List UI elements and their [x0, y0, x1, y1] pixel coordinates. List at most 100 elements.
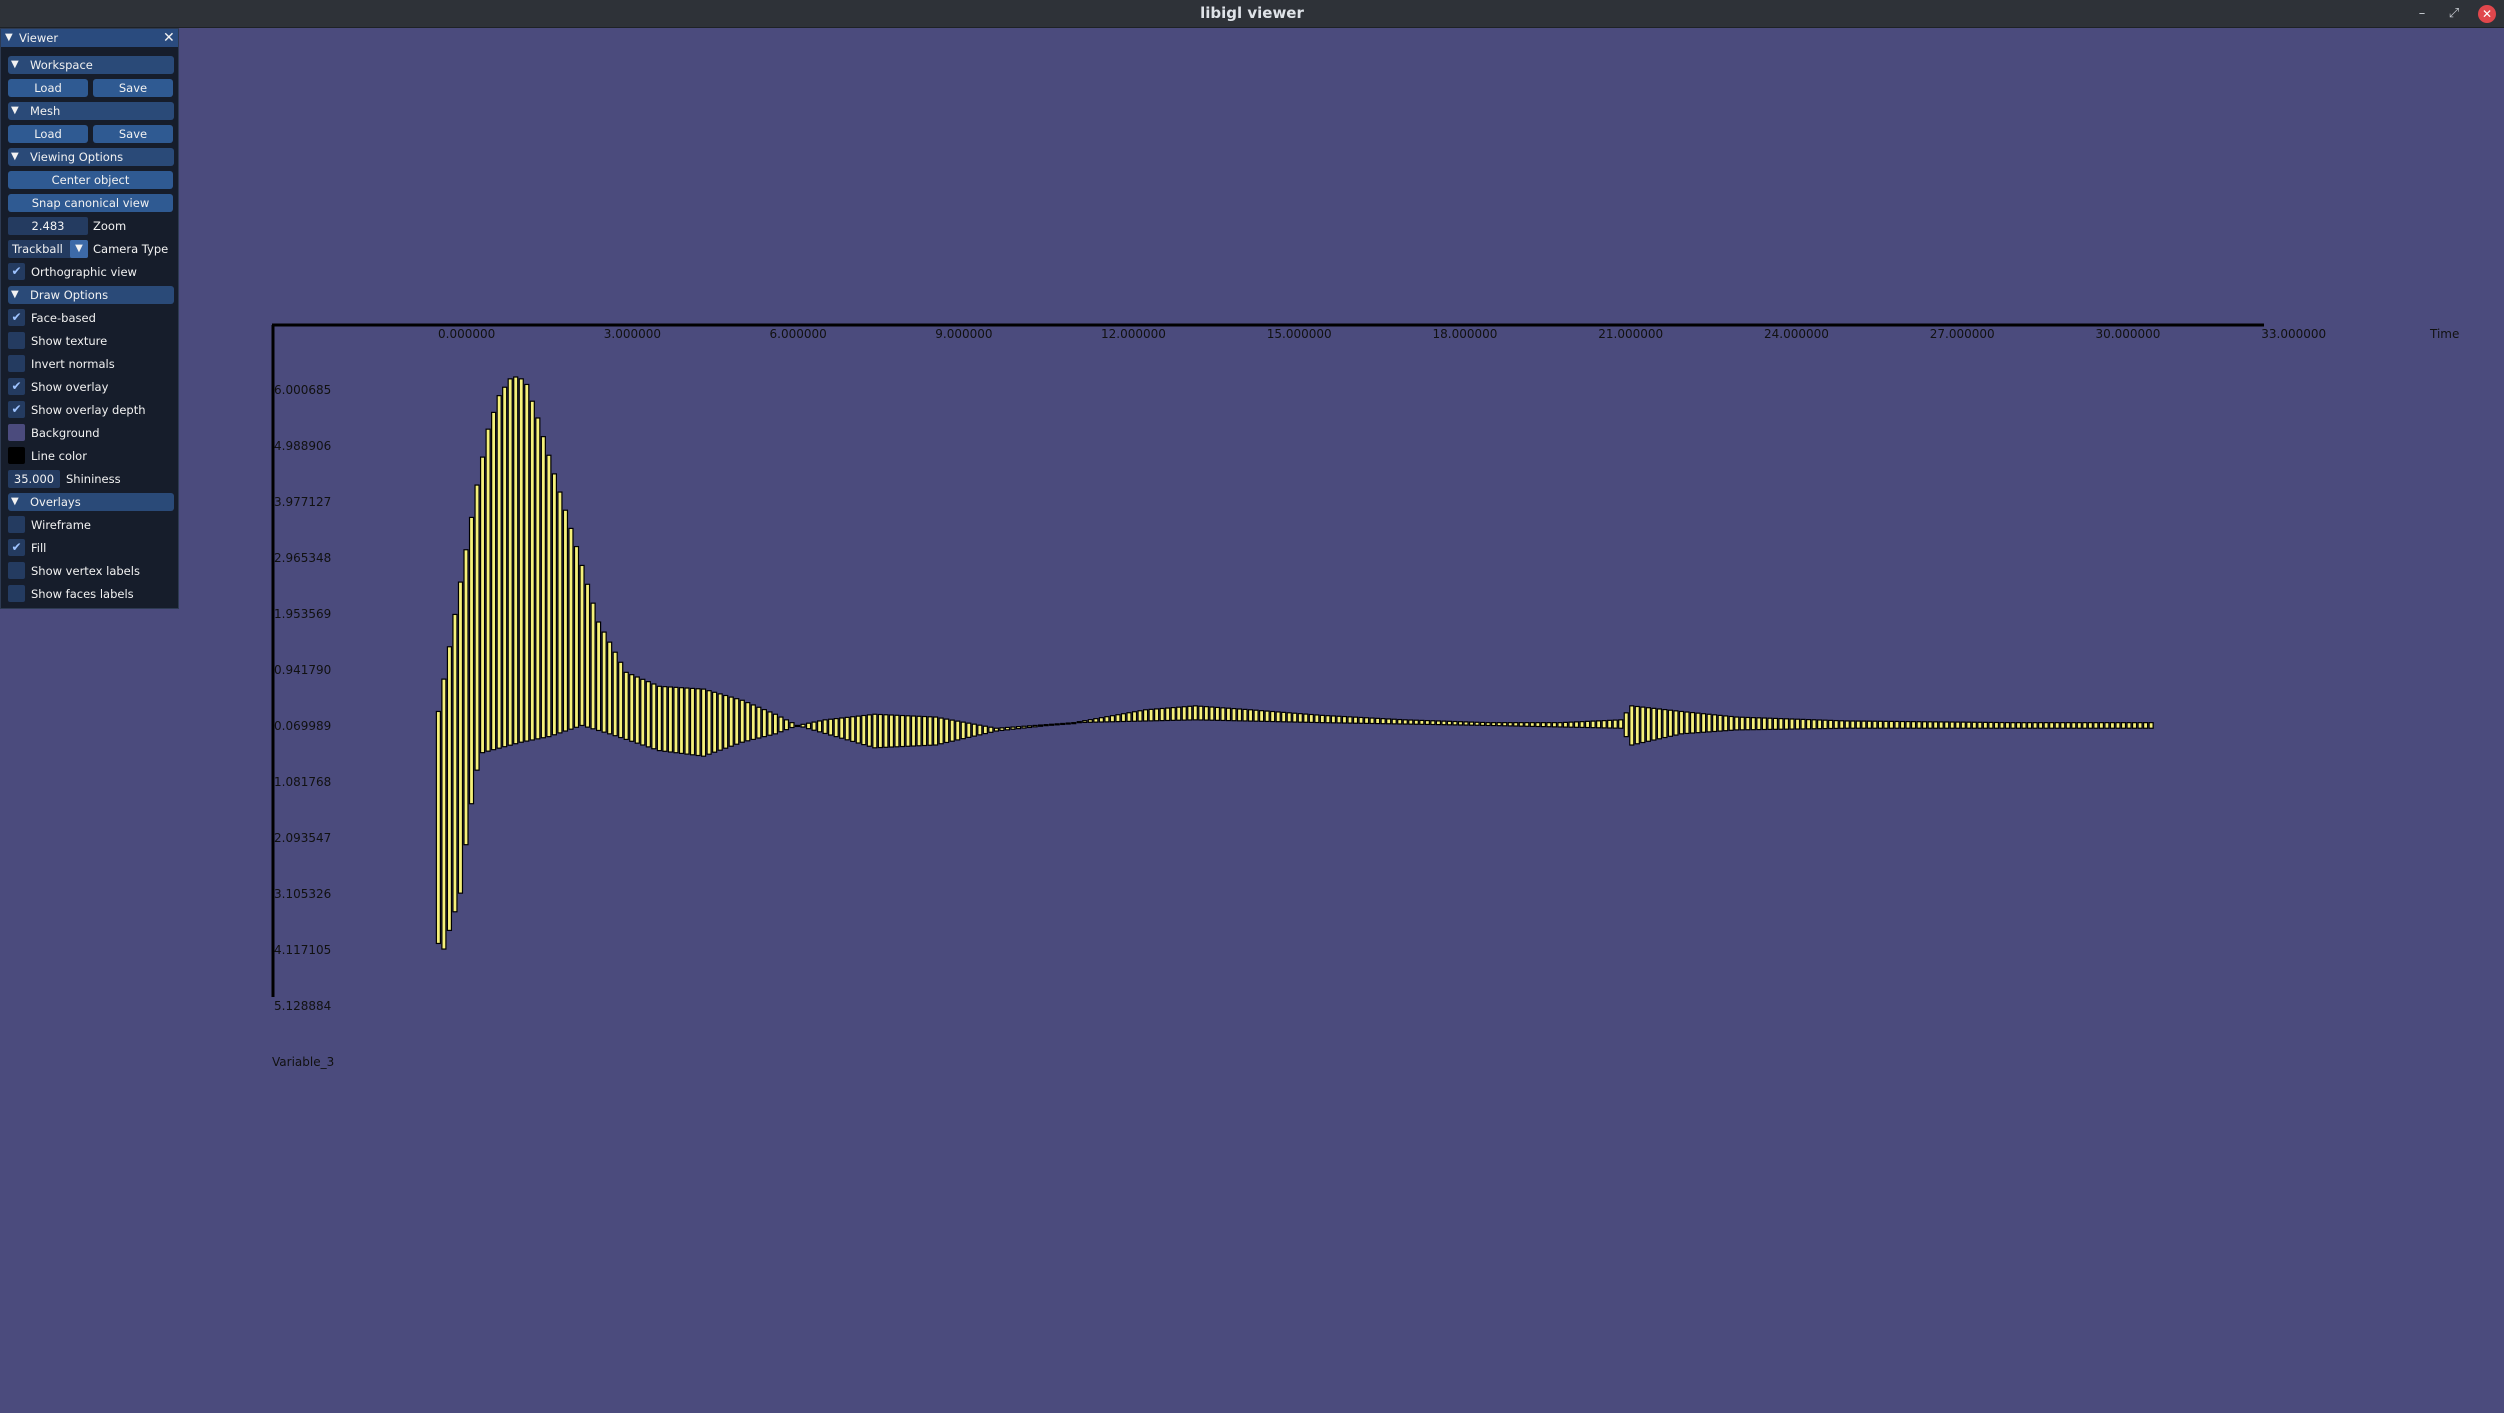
bar	[1573, 721, 1580, 728]
bar	[1513, 722, 1519, 727]
camera-type-label: Camera Type	[93, 242, 169, 256]
bar	[1872, 720, 1878, 729]
bar	[1049, 723, 1055, 726]
bar	[1629, 705, 1635, 746]
mesh-save-button[interactable]: Save	[93, 125, 173, 143]
y-tick-label: 6.000685	[274, 383, 331, 397]
bar	[1281, 711, 1287, 723]
bar	[1198, 705, 1204, 721]
close-icon[interactable]: ✕	[163, 29, 175, 47]
collapse-arrow-icon[interactable]: ▼	[11, 286, 19, 304]
collapse-arrow-icon[interactable]: ▼	[11, 493, 19, 511]
x-axis-label: Time	[2429, 327, 2459, 341]
bar	[734, 698, 740, 745]
face-based-checkbox[interactable]: ✔	[8, 309, 25, 326]
bar	[1888, 720, 1895, 729]
collapse-arrow-icon[interactable]: ▼	[5, 29, 13, 47]
bar	[1822, 719, 1828, 730]
wireframe-label: Wireframe	[31, 518, 91, 532]
bar	[607, 641, 613, 735]
workspace-load-button[interactable]: Load	[8, 79, 88, 97]
bar	[1054, 723, 1060, 726]
bar	[982, 725, 988, 735]
line-color-swatch[interactable]	[8, 447, 25, 464]
bar	[750, 704, 756, 741]
camera-type-select[interactable]: Trackball ▼	[8, 240, 88, 258]
bar	[1446, 720, 1453, 726]
bar	[1397, 718, 1403, 725]
bar	[1656, 708, 1663, 740]
bar	[2071, 722, 2077, 729]
collapse-arrow-icon[interactable]: ▼	[11, 56, 19, 74]
bar	[1270, 710, 1276, 723]
shininess-input[interactable]: 35.000	[8, 470, 60, 488]
bar	[518, 378, 524, 743]
fill-checkbox[interactable]: ✔	[8, 539, 25, 556]
zoom-input[interactable]: 2.483	[8, 217, 88, 235]
section-workspace[interactable]: ▼ Workspace	[8, 56, 174, 74]
workspace-save-button[interactable]: Save	[93, 79, 173, 97]
bar	[772, 713, 779, 735]
snap-canonical-view-button[interactable]: Snap canonical view	[8, 194, 173, 212]
section-overlays[interactable]: ▼ Overlays	[8, 493, 174, 511]
bar	[2093, 722, 2099, 729]
bar	[573, 545, 580, 728]
bar	[667, 686, 674, 753]
bar	[894, 714, 900, 748]
bar	[2137, 722, 2143, 729]
bar	[816, 720, 823, 733]
bar	[2065, 722, 2071, 729]
bar	[756, 706, 762, 739]
x-tick-label: 6.000000	[770, 327, 827, 341]
viewer-panel-header[interactable]: ▼ Viewer ✕	[1, 29, 178, 47]
bar	[1203, 706, 1209, 721]
show-vertex-labels-checkbox[interactable]	[8, 562, 25, 579]
bar	[861, 714, 867, 746]
chevron-down-icon[interactable]: ▼	[70, 240, 88, 258]
bar	[2076, 722, 2082, 729]
bar	[1921, 721, 1928, 729]
section-mesh[interactable]: ▼ Mesh	[8, 102, 174, 120]
bar	[1220, 707, 1226, 722]
show-overlay-depth-checkbox[interactable]: ✔	[8, 401, 25, 418]
background-color-swatch[interactable]	[8, 424, 25, 441]
show-overlay-checkbox[interactable]: ✔	[8, 378, 25, 395]
bar	[1071, 722, 1077, 725]
bar	[1170, 707, 1176, 721]
bar	[1844, 720, 1850, 729]
bar	[1325, 715, 1331, 724]
bar	[1529, 722, 1535, 727]
bar	[496, 395, 502, 749]
bar	[1187, 705, 1193, 721]
bar	[1612, 719, 1618, 729]
section-draw-options[interactable]: ▼ Draw Options	[8, 286, 174, 304]
bar	[700, 688, 707, 757]
bar	[1502, 722, 1508, 727]
wireframe-checkbox[interactable]	[8, 516, 25, 533]
bar	[1579, 721, 1585, 729]
bar	[1557, 722, 1563, 728]
bar	[535, 417, 541, 740]
bar	[1363, 717, 1370, 724]
bar	[739, 699, 745, 743]
bar	[479, 456, 486, 754]
bar	[1988, 721, 1994, 729]
bar	[1181, 706, 1187, 721]
bar	[1899, 720, 1906, 729]
bar	[1910, 721, 1917, 729]
bar	[1811, 719, 1817, 730]
section-viewing-options[interactable]: ▼ Viewing Options	[8, 148, 174, 166]
mesh-load-button[interactable]: Load	[8, 125, 88, 143]
invert-normals-checkbox[interactable]	[8, 355, 25, 372]
bar	[1678, 710, 1685, 735]
show-faces-labels-checkbox[interactable]	[8, 585, 25, 602]
collapse-arrow-icon[interactable]: ▼	[11, 148, 19, 166]
collapse-arrow-icon[interactable]: ▼	[11, 102, 19, 120]
orthographic-view-checkbox[interactable]: ✔	[8, 263, 25, 280]
show-texture-checkbox[interactable]	[8, 332, 25, 349]
chart-bars	[435, 376, 2154, 950]
bar	[435, 710, 441, 945]
center-object-button[interactable]: Center object	[8, 171, 173, 189]
bar	[1209, 706, 1215, 721]
y-tick-label: 1.953569	[274, 607, 331, 621]
